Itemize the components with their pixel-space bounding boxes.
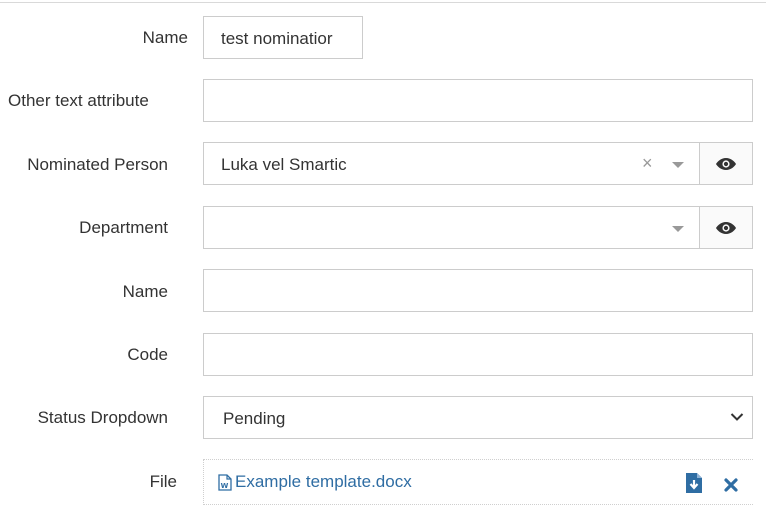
status-label: Status Dropdown <box>37 408 168 427</box>
file-name: Example template.docx <box>235 472 412 491</box>
nominated-person-value: Luka vel Smartic <box>221 155 347 174</box>
department-label: Department <box>79 218 168 237</box>
view-department-button[interactable] <box>699 206 753 249</box>
remove-x-icon[interactable] <box>724 478 738 492</box>
eye-icon <box>716 157 736 170</box>
top-divider <box>0 2 766 3</box>
status-select[interactable]: Pending <box>203 396 753 439</box>
department-select[interactable] <box>203 206 700 249</box>
other-text-label: Other text attribute <box>8 91 149 110</box>
name-top-input[interactable]: test nominatior <box>203 16 363 59</box>
name-label: Name <box>122 282 168 301</box>
view-person-button[interactable] <box>699 142 753 185</box>
file-row: W Example template.docx <box>203 459 753 505</box>
chevron-down-icon <box>730 413 744 421</box>
status-value: Pending <box>223 409 286 428</box>
code-input[interactable] <box>203 333 753 376</box>
name-top-label: Name <box>142 28 188 47</box>
caret-down-icon[interactable] <box>672 226 684 232</box>
nominated-person-select[interactable]: Luka vel Smartic × <box>203 142 700 185</box>
download-file-icon[interactable] <box>685 472 703 494</box>
caret-down-icon[interactable] <box>672 162 684 168</box>
code-label: Code <box>127 345 168 364</box>
file-link[interactable]: W Example template.docx <box>218 472 412 492</box>
eye-icon <box>716 221 736 234</box>
file-label: File <box>149 472 177 491</box>
nominated-person-label: Nominated Person <box>27 155 168 174</box>
name-top-value: test nominatior <box>221 29 333 48</box>
name-input[interactable] <box>203 269 753 312</box>
other-text-input[interactable] <box>203 79 753 122</box>
clear-selection-icon[interactable]: × <box>642 154 653 172</box>
svg-text:W: W <box>221 482 229 490</box>
word-file-icon: W <box>218 473 232 491</box>
